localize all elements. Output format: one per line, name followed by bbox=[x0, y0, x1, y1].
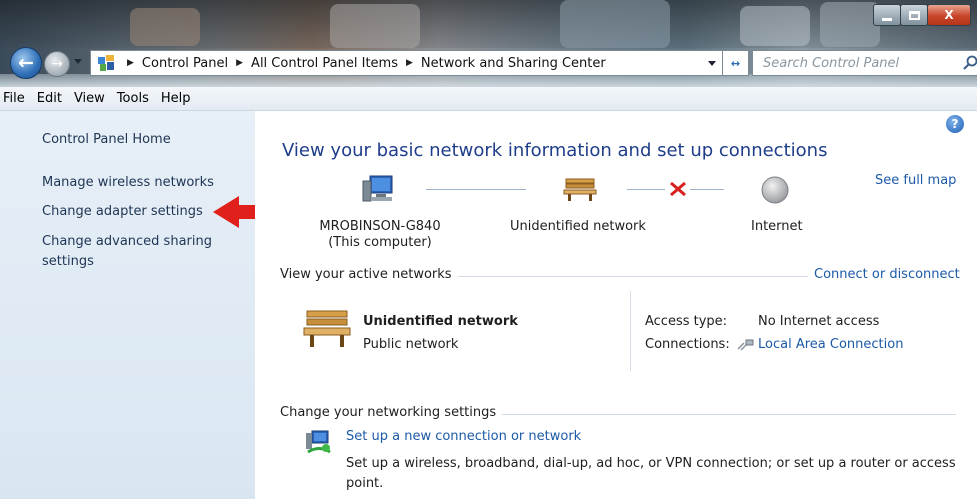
sidebar-item-manage-wireless[interactable]: Manage wireless networks bbox=[42, 173, 214, 193]
background-blur bbox=[740, 6, 810, 46]
bench-network-icon bbox=[303, 310, 351, 347]
menu-tools[interactable]: Tools bbox=[117, 91, 149, 106]
refresh-icon: ↔ bbox=[730, 56, 741, 70]
breadcrumb-network-sharing[interactable]: Network and Sharing Center bbox=[421, 56, 606, 71]
computer-icon[interactable] bbox=[361, 174, 395, 204]
help-icon[interactable]: ? bbox=[946, 115, 964, 133]
sidebar-item-advanced-sharing[interactable]: Change advanced sharing settings bbox=[42, 232, 242, 272]
menu-file[interactable]: File bbox=[3, 91, 25, 106]
breadcrumb-control-panel[interactable]: Control Panel bbox=[142, 56, 228, 71]
connect-or-disconnect-link[interactable]: Connect or disconnect bbox=[808, 267, 960, 282]
sidebar-item-change-adapter[interactable]: Change adapter settings bbox=[42, 202, 203, 222]
menu-view[interactable]: View bbox=[74, 91, 105, 106]
setup-description: Set up a wireless, broadband, dial-up, a… bbox=[346, 456, 956, 491]
close-button[interactable]: X bbox=[927, 4, 971, 26]
active-network-name: Unidentified network bbox=[363, 314, 518, 329]
access-type-label: Access type: bbox=[645, 314, 728, 329]
background-blur bbox=[130, 8, 200, 46]
network-type-link[interactable]: Public network bbox=[363, 337, 458, 352]
connections-label: Connections: bbox=[645, 337, 730, 352]
network-name-label: Unidentified network bbox=[510, 219, 646, 234]
sidebar-control-panel-home[interactable]: Control Panel Home bbox=[42, 130, 171, 150]
access-type-value: No Internet access bbox=[758, 314, 880, 329]
computer-name-label: MROBINSON-G840 (This computer) bbox=[319, 219, 441, 250]
no-connection-x-icon bbox=[670, 181, 686, 197]
setup-new-connection-link[interactable]: Set up a new connection or network bbox=[346, 429, 581, 444]
background-blur bbox=[560, 0, 670, 48]
maximize-icon bbox=[908, 10, 920, 20]
connection-line bbox=[426, 189, 526, 190]
menu-help[interactable]: Help bbox=[161, 91, 191, 106]
menu-edit[interactable]: Edit bbox=[37, 91, 62, 106]
minimize-icon bbox=[882, 17, 892, 21]
divider bbox=[630, 291, 631, 371]
network-cable-icon bbox=[737, 339, 754, 351]
forward-arrow-icon: → bbox=[51, 56, 63, 72]
close-icon: X bbox=[944, 8, 954, 22]
maximize-button[interactable] bbox=[900, 4, 928, 26]
search-input[interactable]: Search Control Panel bbox=[752, 50, 977, 76]
back-button[interactable]: ← bbox=[10, 47, 42, 79]
internet-label: Internet bbox=[751, 219, 803, 234]
breadcrumb: ▶ Control Panel ▶ All Control Panel Item… bbox=[119, 56, 606, 71]
control-panel-icon bbox=[98, 55, 114, 71]
background-blur bbox=[330, 4, 420, 48]
address-dropdown-icon[interactable] bbox=[708, 61, 716, 66]
address-bar[interactable]: ▶ Control Panel ▶ All Control Panel Item… bbox=[90, 50, 723, 76]
setup-network-icon bbox=[306, 430, 331, 454]
refresh-button[interactable]: ↔ bbox=[723, 50, 749, 76]
search-icon[interactable] bbox=[963, 54, 977, 72]
window-controls: X bbox=[873, 4, 971, 28]
active-networks-heading: View your active networks bbox=[280, 267, 458, 282]
recent-pages-dropdown[interactable] bbox=[74, 59, 82, 64]
back-arrow-icon: ← bbox=[18, 52, 34, 74]
search-placeholder: Search Control Panel bbox=[763, 55, 900, 71]
connection-line bbox=[627, 189, 665, 190]
minimize-button[interactable] bbox=[873, 4, 901, 26]
background-blur bbox=[820, 2, 880, 47]
sidebar: Control Panel Home Manage wireless netwo… bbox=[0, 111, 255, 499]
internet-globe-icon[interactable] bbox=[760, 175, 790, 205]
breadcrumb-all-items[interactable]: All Control Panel Items bbox=[251, 56, 398, 71]
breadcrumb-separator-icon[interactable]: ▶ bbox=[406, 58, 413, 68]
bench-network-icon[interactable] bbox=[563, 177, 597, 201]
local-area-connection-link[interactable]: Local Area Connection bbox=[758, 337, 903, 352]
breadcrumb-separator-icon[interactable]: ▶ bbox=[236, 58, 243, 68]
page-title: View your basic network information and … bbox=[282, 140, 828, 161]
forward-button[interactable]: → bbox=[44, 51, 70, 77]
connection-line bbox=[690, 189, 724, 190]
menu-bar: File Edit View Tools Help bbox=[0, 87, 977, 111]
change-settings-heading: Change your networking settings bbox=[280, 405, 503, 420]
breadcrumb-separator-icon[interactable]: ▶ bbox=[127, 58, 134, 68]
see-full-map-link[interactable]: See full map bbox=[875, 173, 956, 188]
